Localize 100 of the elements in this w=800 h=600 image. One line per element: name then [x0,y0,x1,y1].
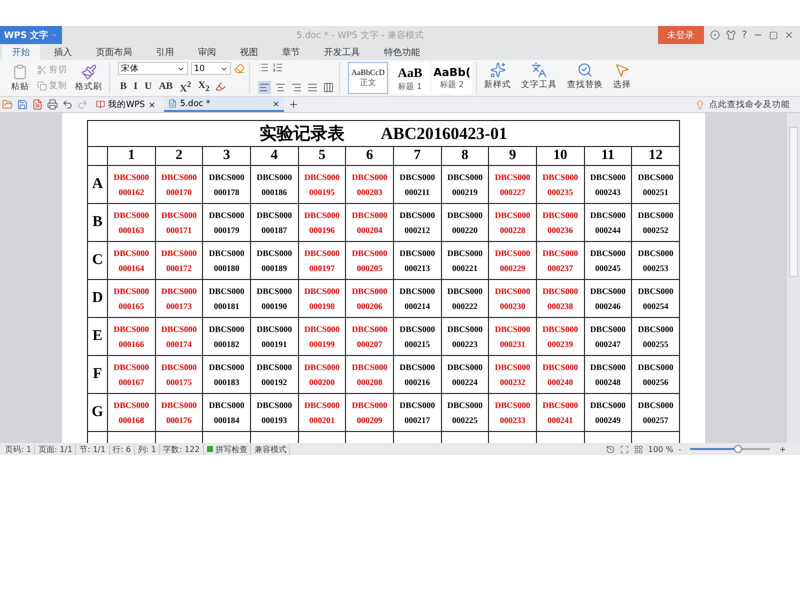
sample-id: DBCS000 000244 [590,208,626,236]
tool-button[interactable]: 文字工具 [518,62,560,94]
ribbon-tab[interactable]: 开始 [2,45,40,60]
sample-id: DBCS000 000249 [590,398,626,426]
sample-id: DBCS000 000252 [638,208,674,236]
sample-id: DBCS000 000173 [161,284,197,312]
font-size-select[interactable]: 10 [191,62,231,75]
column-header: 10 [536,146,584,166]
eraser-icon[interactable] [234,63,245,74]
zoom-out-button[interactable]: - [678,444,682,454]
close-icon[interactable] [784,30,794,40]
login-button[interactable]: 未登录 [658,26,704,44]
align-icon [323,82,334,93]
style-option[interactable]: AaBb( 标题 2 [432,62,472,94]
sample-id: DBCS000 000225 [447,398,483,426]
ribbon-tab[interactable]: 审阅 [188,45,226,60]
sample-id: DBCS000 000256 [638,360,674,388]
align-button[interactable] [258,81,271,94]
column-header: 8 [441,146,489,166]
format-button[interactable]: U [142,81,154,92]
sample-id: DBCS000 000200 [304,360,340,388]
format-button[interactable]: B [118,81,129,92]
book-icon [96,100,105,109]
folder-icon[interactable] [2,99,13,110]
sample-id: DBCS000 000163 [114,208,150,236]
column-header: 9 [488,146,536,166]
style-option[interactable]: AaBbCcD 正文 [348,62,388,94]
row-header: E [88,318,108,356]
circle-icon[interactable] [710,30,720,40]
column-header: 7 [393,146,442,166]
sample-id: DBCS000 000191 [256,322,292,350]
column-header: 3 [202,146,250,166]
ribbon-tab[interactable]: 开发工具 [314,45,370,60]
help-button[interactable]: ? [742,30,747,40]
highlighter-icon[interactable] [214,81,226,92]
font-select[interactable]: 宋体 [118,62,188,75]
zoom-thumb[interactable] [734,445,742,453]
scrollbar-thumb[interactable] [789,127,798,277]
maximize-icon[interactable] [769,30,778,40]
sample-id: DBCS000 000236 [542,208,578,236]
align-icon [291,82,302,93]
row-header: C [88,242,108,280]
sample-id: DBCS000 000243 [590,170,626,198]
close-icon[interactable] [148,100,156,108]
align-button[interactable] [322,81,335,94]
undo-icon[interactable] [62,99,73,110]
sample-id: DBCS000 000214 [400,284,435,312]
sample-id: DBCS000 000164 [114,246,150,274]
sample-id: DBCS000 000178 [208,170,244,198]
ribbon-tab[interactable]: 视图 [230,45,268,60]
sample-id: DBCS000 000181 [208,284,244,312]
format-button[interactable]: X$^{2}$ [178,80,194,94]
sample-id: DBCS000 000193 [256,398,292,426]
style-option[interactable]: AaB 标题 1 [390,62,430,94]
column-header: 6 [346,146,394,166]
print-icon[interactable] [47,99,58,110]
numbered-list-icon[interactable] [272,62,283,73]
sample-id: DBCS000 000215 [400,322,435,350]
sample-id: DBCS000 000241 [542,398,578,426]
document-tab[interactable]: 我的WPS [92,97,160,112]
ribbon-tab[interactable]: 章节 [272,45,310,60]
tool-button[interactable]: 选择 [610,62,634,94]
fullscreen-icon[interactable] [620,444,629,454]
format-button[interactable]: X$_{2}$ [196,80,212,94]
new-tab-icon[interactable] [288,99,299,110]
sample-id: DBCS000 000165 [114,284,150,312]
format-painter-button[interactable]: 格式刷 [72,64,105,92]
ribbon-tab[interactable]: 特色功能 [374,45,430,60]
align-button[interactable] [306,81,319,94]
command-search[interactable]: 点此查找命令及功能 [709,98,790,110]
sample-id: DBCS000 000206 [352,284,388,312]
sample-id: DBCS000 000171 [161,208,197,236]
ribbon-tab[interactable]: 引用 [146,45,184,60]
format-button[interactable]: I [132,81,140,92]
tool-button[interactable]: 新样式 [481,62,514,94]
align-button[interactable] [290,81,303,94]
sample-id: DBCS000 000251 [638,170,674,198]
layout-icon[interactable] [634,444,643,454]
copy-icon [37,81,47,91]
tool-button[interactable]: 查找替换 [564,62,606,94]
sample-id: DBCS000 000176 [161,398,197,426]
ribbon-tab[interactable]: 插入 [44,45,82,60]
align-button[interactable] [274,81,287,94]
brush-icon [80,64,96,80]
ribbon-tab[interactable]: 页面布局 [86,45,142,60]
cut-icon [37,65,47,75]
sample-id: DBCS000 000212 [400,208,435,236]
paste-button[interactable]: 粘贴 [8,64,32,92]
history-icon[interactable] [606,444,615,454]
sample-id: DBCS000 000224 [447,360,483,388]
save-icon[interactable] [17,99,28,110]
document-tab[interactable]: 5.doc * [164,97,284,112]
sample-id: DBCS000 000213 [400,246,435,274]
format-button[interactable]: AB [156,81,175,92]
close-icon[interactable] [272,100,280,108]
app-menu-button[interactable]: WPS 文字 [0,26,62,44]
sample-id: DBCS000 000168 [114,398,150,426]
shirt-icon[interactable] [726,30,736,40]
sample-id: DBCS000 000183 [208,360,244,388]
zoom-in-button[interactable]: + [779,444,800,454]
